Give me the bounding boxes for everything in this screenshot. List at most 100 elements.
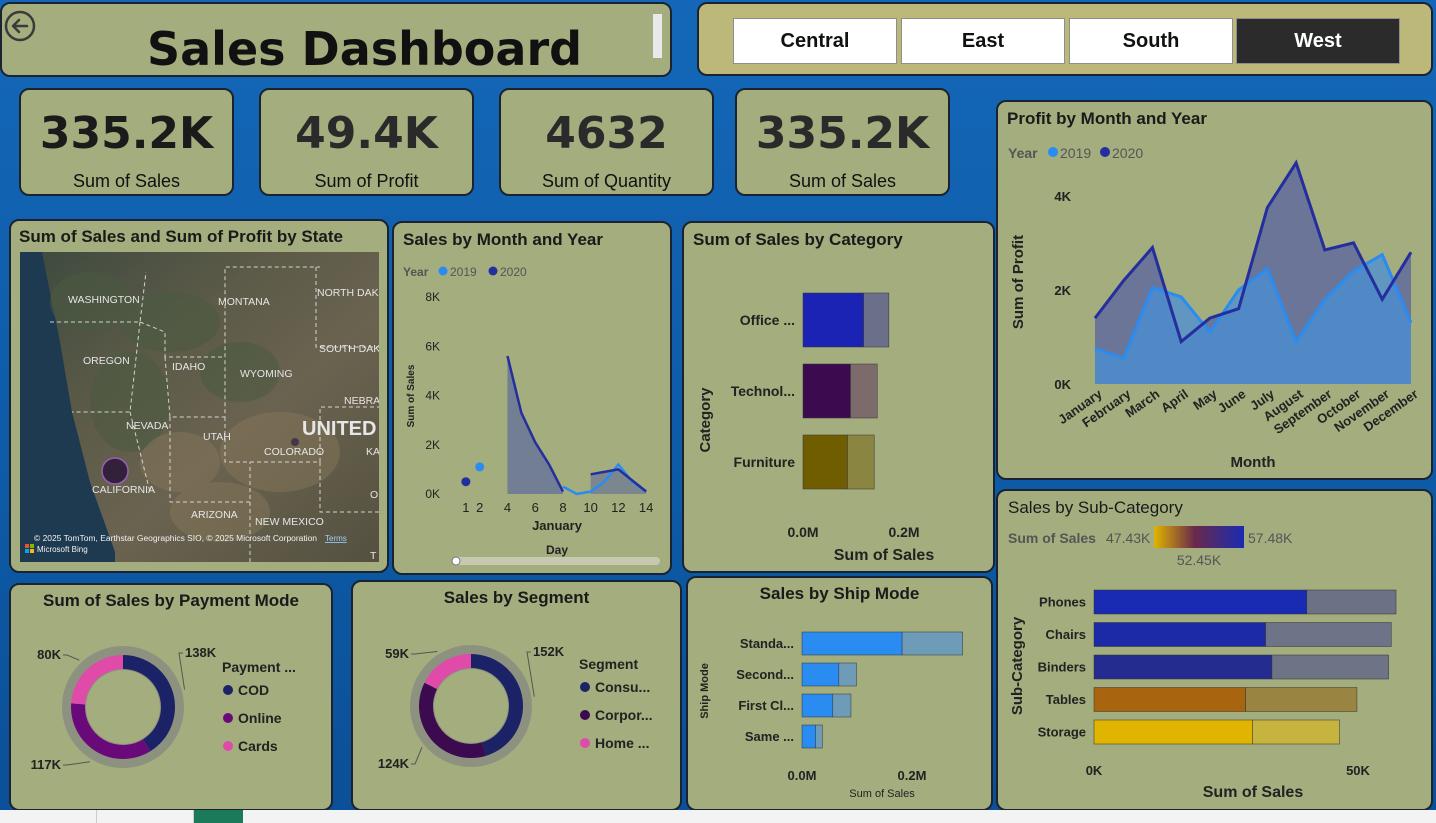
bar-secondary[interactable] (1245, 687, 1358, 712)
donut-hole (86, 670, 160, 744)
x-tick-label: 0.2M (888, 524, 919, 540)
payment-mode-panel: Sum of Sales by Payment Mode 138K 117K 80K… (9, 583, 333, 811)
x-axis-title: Month (1231, 454, 1276, 471)
bar-primary[interactable] (802, 292, 864, 348)
scrollbar[interactable] (653, 14, 662, 58)
bar-primary[interactable] (1093, 589, 1308, 615)
value-label: 80K (37, 647, 61, 662)
bar-secondary[interactable] (1265, 622, 1392, 647)
map-label: SOUTH DAK (319, 343, 379, 355)
x-tick-label: 0.0M (788, 768, 817, 783)
category-label: Binders (1038, 660, 1086, 675)
legend-title: Year (1008, 145, 1038, 161)
map-view[interactable]: WASHINGTON MONTANA NORTH DAK OREGON IDAH… (20, 252, 379, 562)
bar-primary[interactable] (801, 662, 840, 687)
bar-secondary[interactable] (847, 434, 875, 490)
year-legend: Year 2019 2020 (403, 265, 527, 279)
x-axis-group-label: January (532, 518, 583, 533)
x-tick-label: 14 (639, 500, 653, 515)
profit-by-month-panel: Profit by Month and Year Year 2019 2020 … (996, 100, 1433, 480)
bar-secondary[interactable] (850, 363, 878, 419)
map-label: NEVADA (126, 420, 168, 432)
legend-label[interactable]: Home ... (595, 735, 649, 751)
bar-secondary[interactable] (863, 292, 890, 348)
sales-by-category-panel: Sum of Sales by Category Category Office… (682, 221, 995, 573)
leader-line (411, 746, 423, 765)
x-tick-label: 6 (532, 500, 539, 515)
x-scroll-track[interactable] (452, 557, 660, 565)
map-label: CALIFORNIA (92, 484, 155, 496)
legend-title: Year (403, 265, 429, 279)
x-axis-title: Sum of Sales (849, 788, 915, 800)
legend-marker (580, 738, 590, 748)
x-tick-label: 10 (583, 500, 597, 515)
y-axis-title: Category (697, 387, 714, 453)
bar-primary[interactable] (802, 363, 851, 419)
legend-label[interactable]: Corpor... (595, 707, 653, 723)
category-label: Technol... (731, 383, 795, 399)
x-tick-label: April (1158, 386, 1191, 415)
bar-secondary[interactable] (838, 662, 857, 687)
bar-primary[interactable] (1093, 654, 1273, 680)
donut-hole (434, 669, 508, 743)
legend-label[interactable]: Cards (238, 738, 278, 754)
region-option-central[interactable]: Central (733, 18, 897, 64)
leader-line (178, 652, 186, 690)
legend-title: Payment ... (222, 659, 296, 675)
bar-primary[interactable] (801, 724, 816, 749)
value-label: 152K (533, 644, 565, 659)
map-label: NORTH DAK (317, 287, 379, 299)
x-tick-label: 2 (476, 500, 483, 515)
bar-primary[interactable] (801, 631, 903, 656)
value-label: 124K (378, 756, 410, 771)
x-scroll-handle[interactable] (451, 556, 461, 566)
bar-primary[interactable] (1093, 687, 1246, 712)
bar-secondary[interactable] (1271, 654, 1389, 680)
region-option-west[interactable]: West (1236, 18, 1400, 64)
legend-label[interactable]: Online (238, 710, 282, 726)
bar-secondary[interactable] (832, 693, 852, 718)
bar-primary[interactable] (1093, 719, 1253, 745)
bar-primary[interactable] (801, 693, 834, 718)
leader-line (63, 761, 90, 766)
value-label: 59K (385, 646, 409, 661)
kpi-card-profit: 49.4K Sum of Profit (259, 88, 474, 196)
x-tick-label: 1 (462, 500, 469, 515)
bar-secondary[interactable] (815, 724, 823, 749)
map-label: T (370, 550, 377, 562)
color-scale-bar (1154, 526, 1244, 548)
x-tick-label: 50K (1346, 763, 1370, 778)
category-label: First Cl... (738, 698, 794, 713)
y-tick-label: 8K (425, 290, 440, 304)
kpi-value: 335.2K (39, 108, 214, 159)
map-terms-link[interactable]: Terms (325, 534, 347, 543)
point-2019 (475, 462, 485, 472)
back-arrow-icon[interactable] (4, 10, 36, 42)
color-scale-legend: Sum of Sales 47.43K 57.48K 52.45K (1008, 526, 1293, 568)
region-option-south[interactable]: South (1069, 18, 1233, 64)
bar-secondary[interactable] (1306, 589, 1397, 615)
map-label: UNITED (302, 418, 376, 440)
legend-label: 2019 (1060, 145, 1091, 161)
bar-primary[interactable] (1093, 622, 1266, 647)
page-tab-active[interactable] (194, 810, 243, 823)
y-axis-title: Sum of Sales (406, 364, 417, 427)
value-label: 117K (31, 757, 62, 772)
legend-label[interactable]: COD (238, 682, 269, 698)
y-axis-title: Ship Mode (699, 663, 711, 719)
map-brand: Microsoft Bing (37, 545, 88, 554)
bar-secondary[interactable] (1252, 719, 1340, 745)
legend-label[interactable]: Consu... (595, 679, 650, 695)
year-legend: Year 2019 2020 (1008, 145, 1143, 161)
bar-secondary[interactable] (901, 631, 963, 656)
bar-primary[interactable] (802, 434, 848, 490)
region-slicer: Central East South West (697, 2, 1433, 76)
category-label: Same ... (745, 729, 794, 744)
kpi-label: Sum of Profit (314, 171, 419, 191)
page-tab[interactable] (0, 810, 97, 823)
x-axis-title: Sum of Sales (1203, 784, 1304, 801)
region-option-east[interactable]: East (901, 18, 1065, 64)
leader-line (411, 651, 438, 655)
page-tab[interactable] (97, 810, 194, 823)
x-tick-label: 8 (559, 500, 566, 515)
